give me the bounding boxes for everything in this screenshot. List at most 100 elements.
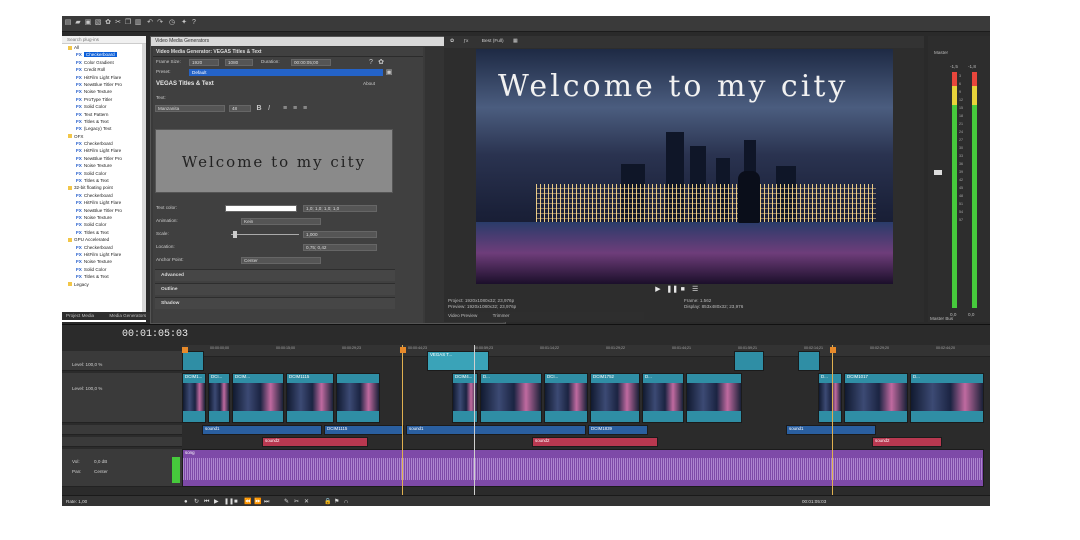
section-advanced[interactable]: Advanced bbox=[155, 269, 395, 281]
tree-folder[interactable]: All bbox=[62, 44, 146, 51]
bold-icon[interactable]: B bbox=[255, 105, 263, 113]
tree-folder[interactable]: 32-bit floating point bbox=[62, 184, 146, 191]
preview-quality-dropdown[interactable]: Best (Full) bbox=[482, 39, 504, 44]
tree-scrollbar[interactable] bbox=[142, 44, 146, 316]
loop-icon[interactable]: ↻ bbox=[194, 498, 199, 506]
save-icon[interactable]: ▣ bbox=[84, 19, 92, 27]
text-color-swatch[interactable] bbox=[225, 205, 297, 212]
title-clip[interactable] bbox=[734, 351, 764, 371]
delete-icon[interactable]: ✕ bbox=[304, 498, 309, 506]
animation-dropdown[interactable]: Kein bbox=[241, 218, 321, 225]
tree-item[interactable]: FX ProType Titler bbox=[62, 96, 146, 103]
location-value[interactable]: 0,75; 0,42 bbox=[303, 244, 377, 251]
play-from-start-icon[interactable]: ⏮ bbox=[204, 498, 209, 506]
audio-clip[interactable]: sound1 bbox=[786, 425, 876, 435]
frame-width-field[interactable]: 1920 bbox=[189, 59, 219, 66]
font-size-dropdown[interactable]: 48 bbox=[229, 105, 251, 112]
tree-item[interactable]: FX Noise Texture bbox=[62, 162, 146, 169]
redo-icon[interactable]: ↷ bbox=[156, 19, 164, 27]
play-icon[interactable]: ▶ bbox=[214, 498, 219, 506]
tree-item[interactable]: FX Titles & Text bbox=[62, 229, 146, 236]
tree-item[interactable]: FX Titles & Text bbox=[62, 118, 146, 125]
tree-item[interactable]: FX Credit Roll bbox=[62, 66, 146, 73]
italic-icon[interactable]: I bbox=[265, 105, 273, 113]
go-to-end-icon[interactable]: ⏭ bbox=[264, 498, 269, 506]
scale-value[interactable]: 1,000 bbox=[303, 231, 377, 238]
video-clip[interactable]: DCIM1017 bbox=[844, 373, 908, 423]
video-clip[interactable] bbox=[336, 373, 380, 423]
undo-icon[interactable]: ↶ bbox=[146, 19, 154, 27]
fx-icon[interactable]: ƒx bbox=[463, 39, 468, 44]
video-clip[interactable]: D... bbox=[480, 373, 542, 423]
tab-video-preview[interactable]: Video Preview bbox=[448, 313, 477, 318]
video-clip[interactable]: DCIM1115 bbox=[286, 373, 334, 423]
plugin-search-input[interactable]: Search plug-ins bbox=[62, 36, 146, 44]
audio-clip[interactable]: sound1 bbox=[406, 425, 586, 435]
text-color-value[interactable]: 1,0; 1,0; 1,0; 1,0 bbox=[303, 205, 377, 212]
align-left-icon[interactable]: ≡ bbox=[281, 105, 289, 113]
tree-item[interactable]: FX Titles & Text bbox=[62, 273, 146, 280]
tree-item[interactable]: FX HitFilm Light Flare bbox=[62, 74, 146, 81]
scale-slider-handle[interactable] bbox=[233, 231, 237, 238]
video-clip[interactable] bbox=[686, 373, 742, 423]
video-clip[interactable]: D... bbox=[642, 373, 684, 423]
grid-icon[interactable]: ▦ bbox=[513, 39, 518, 44]
tree-item[interactable]: FX Checkerboard bbox=[62, 140, 146, 147]
pause-icon[interactable]: ❚❚ bbox=[666, 286, 678, 294]
section-outline[interactable]: Outline bbox=[155, 283, 395, 295]
title-clip[interactable] bbox=[182, 351, 204, 371]
video-clip[interactable]: D... bbox=[910, 373, 984, 423]
tree-item[interactable]: FX NewBlue Titler Pro bbox=[62, 207, 146, 214]
tree-folder[interactable]: Legacy bbox=[62, 281, 146, 288]
tree-item[interactable]: FX Titles & Text bbox=[62, 177, 146, 184]
title-clip[interactable]: VEGAS T... bbox=[427, 351, 489, 371]
video-clip[interactable]: DCI... bbox=[208, 373, 230, 423]
region-marker[interactable] bbox=[830, 347, 836, 353]
tree-item[interactable]: FX Solid Color bbox=[62, 266, 146, 273]
region-marker[interactable] bbox=[400, 347, 406, 353]
tree-item[interactable]: FX Solid Color bbox=[62, 103, 146, 110]
tab-trimmer[interactable]: Trimmer bbox=[493, 313, 510, 318]
help-icon[interactable]: ? bbox=[190, 19, 198, 27]
section-shadow[interactable]: Shadow bbox=[155, 297, 395, 309]
tree-item[interactable]: FX NewBlue Titler Pro bbox=[62, 155, 146, 162]
tree-item[interactable]: FX HitFilm Light Flare bbox=[62, 199, 146, 206]
tree-item[interactable]: FX Noise Texture bbox=[62, 214, 146, 221]
record-icon[interactable]: ● bbox=[184, 498, 188, 506]
cut-icon[interactable]: ✂ bbox=[114, 19, 122, 27]
tree-item[interactable]: FX Noise Texture bbox=[62, 258, 146, 265]
tab-project-media[interactable]: Project Media bbox=[66, 313, 94, 318]
menu-icon[interactable]: ☰ bbox=[691, 286, 699, 294]
tree-item[interactable]: FX HitFilm Light Flare bbox=[62, 251, 146, 258]
playhead[interactable] bbox=[474, 345, 475, 495]
pause-icon[interactable]: ❚❚ bbox=[224, 498, 234, 506]
save-preset-icon[interactable]: ▣ bbox=[385, 69, 393, 77]
region-marker[interactable] bbox=[182, 347, 188, 353]
split-icon[interactable]: ✂ bbox=[294, 498, 299, 506]
edit-tool-icon[interactable]: ✎ bbox=[284, 498, 289, 506]
tab-master-bus[interactable]: Master Bus bbox=[930, 316, 953, 322]
tree-folder[interactable]: GPU Accelerated bbox=[62, 236, 146, 243]
preset-dropdown[interactable]: Default bbox=[189, 69, 383, 76]
help-icon[interactable]: ? bbox=[367, 59, 375, 67]
stop-icon[interactable]: ■ bbox=[679, 286, 687, 294]
song-clip[interactable]: song bbox=[182, 449, 984, 487]
stop-icon[interactable]: ■ bbox=[234, 498, 238, 506]
snap-icon[interactable]: ∩ bbox=[344, 498, 348, 506]
tree-item[interactable]: FX NewBlue Titler Pro bbox=[62, 81, 146, 88]
marker-icon[interactable]: ⚑ bbox=[334, 498, 339, 506]
snap-icon[interactable]: ✦ bbox=[180, 19, 188, 27]
audio-clip[interactable]: sound2 bbox=[872, 437, 942, 447]
audio-clip[interactable]: sound2 bbox=[532, 437, 658, 447]
tree-folder[interactable]: OFX bbox=[62, 133, 146, 140]
preview-settings-icon[interactable]: ✿ bbox=[450, 39, 454, 44]
open-folder-icon[interactable]: ▰ bbox=[74, 19, 82, 27]
new-project-icon[interactable]: ▤ bbox=[64, 19, 72, 27]
audio-clip[interactable]: DCIM1115 bbox=[324, 425, 404, 435]
prev-frame-icon[interactable]: ⏪ bbox=[244, 498, 251, 506]
anchor-point-dropdown[interactable]: Center bbox=[241, 257, 321, 264]
about-link[interactable]: About bbox=[363, 80, 375, 88]
render-icon[interactable]: ▧ bbox=[94, 19, 102, 27]
tree-item[interactable]: FX Color Gradient bbox=[62, 59, 146, 66]
settings-icon[interactable]: ✿ bbox=[104, 19, 112, 27]
